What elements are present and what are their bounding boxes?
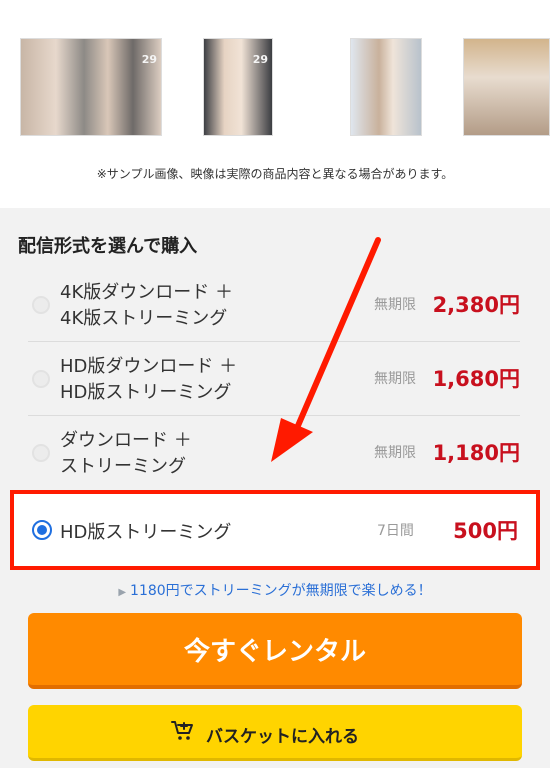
section-title: 配信形式を選んで購入 (18, 236, 198, 257)
option-term: 無期限 (374, 371, 416, 387)
play-triangle-icon: ▶ (118, 587, 127, 598)
thumbnail-label: 29 (252, 53, 268, 66)
radio-button-selected[interactable] (32, 520, 52, 540)
option-term: 7日間 (377, 523, 414, 539)
sample-thumbnail[interactable] (350, 38, 422, 136)
basket-label: バスケットに入れる (206, 727, 359, 747)
option-term: 無期限 (374, 297, 416, 313)
radio-button[interactable] (32, 444, 50, 462)
sample-thumbnail[interactable] (463, 38, 550, 136)
radio-button[interactable] (32, 370, 50, 388)
streaming-promo-link[interactable]: ▶ 1180円でストリーミングが無期限で楽しめる！ (0, 580, 550, 600)
option-price: 1,180円 (432, 441, 520, 465)
promo-text[interactable]: 1180円でストリーミングが無期限で楽しめる！ (130, 583, 432, 599)
option-4k-download-streaming[interactable]: 4K版ダウンロード ＋ 4K版ストリーミング 無期限 2,380円 (28, 268, 520, 342)
rent-now-button[interactable]: 今すぐレンタル (28, 613, 522, 689)
option-name: HD版ストリーミング (60, 522, 232, 543)
option-name: 4K版ダウンロード ＋ 4K版ストリーミング (60, 282, 233, 329)
option-price: 500円 (453, 519, 518, 543)
cart-plus-icon (171, 721, 193, 740)
option-name: HD版ダウンロード ＋ HD版ストリーミング (60, 356, 238, 403)
option-download-streaming[interactable]: ダウンロード ＋ ストリーミング 無期限 1,180円 (28, 416, 520, 490)
sample-images: 29 29 ※サンプル画像、映像は実際の商品内容と異なる場合があります。 (0, 0, 550, 208)
sample-thumbnail[interactable]: 29 (203, 38, 273, 136)
option-term: 無期限 (374, 445, 416, 461)
option-hd-streaming-selected[interactable]: HD版ストリーミング 7日間 500円 (10, 490, 540, 570)
radio-button[interactable] (32, 296, 50, 314)
option-hd-download-streaming[interactable]: HD版ダウンロード ＋ HD版ストリーミング 無期限 1,680円 (28, 342, 520, 416)
sample-thumbnail[interactable]: 29 (20, 38, 162, 136)
sample-notice: ※サンプル画像、映像は実際の商品内容と異なる場合があります。 (96, 167, 454, 181)
add-to-basket-button[interactable]: バスケットに入れる (28, 705, 522, 761)
option-price: 2,380円 (432, 293, 520, 317)
option-name: ダウンロード ＋ ストリーミング (60, 430, 192, 477)
thumbnail-label: 29 (141, 53, 157, 66)
option-price: 1,680円 (432, 367, 520, 391)
